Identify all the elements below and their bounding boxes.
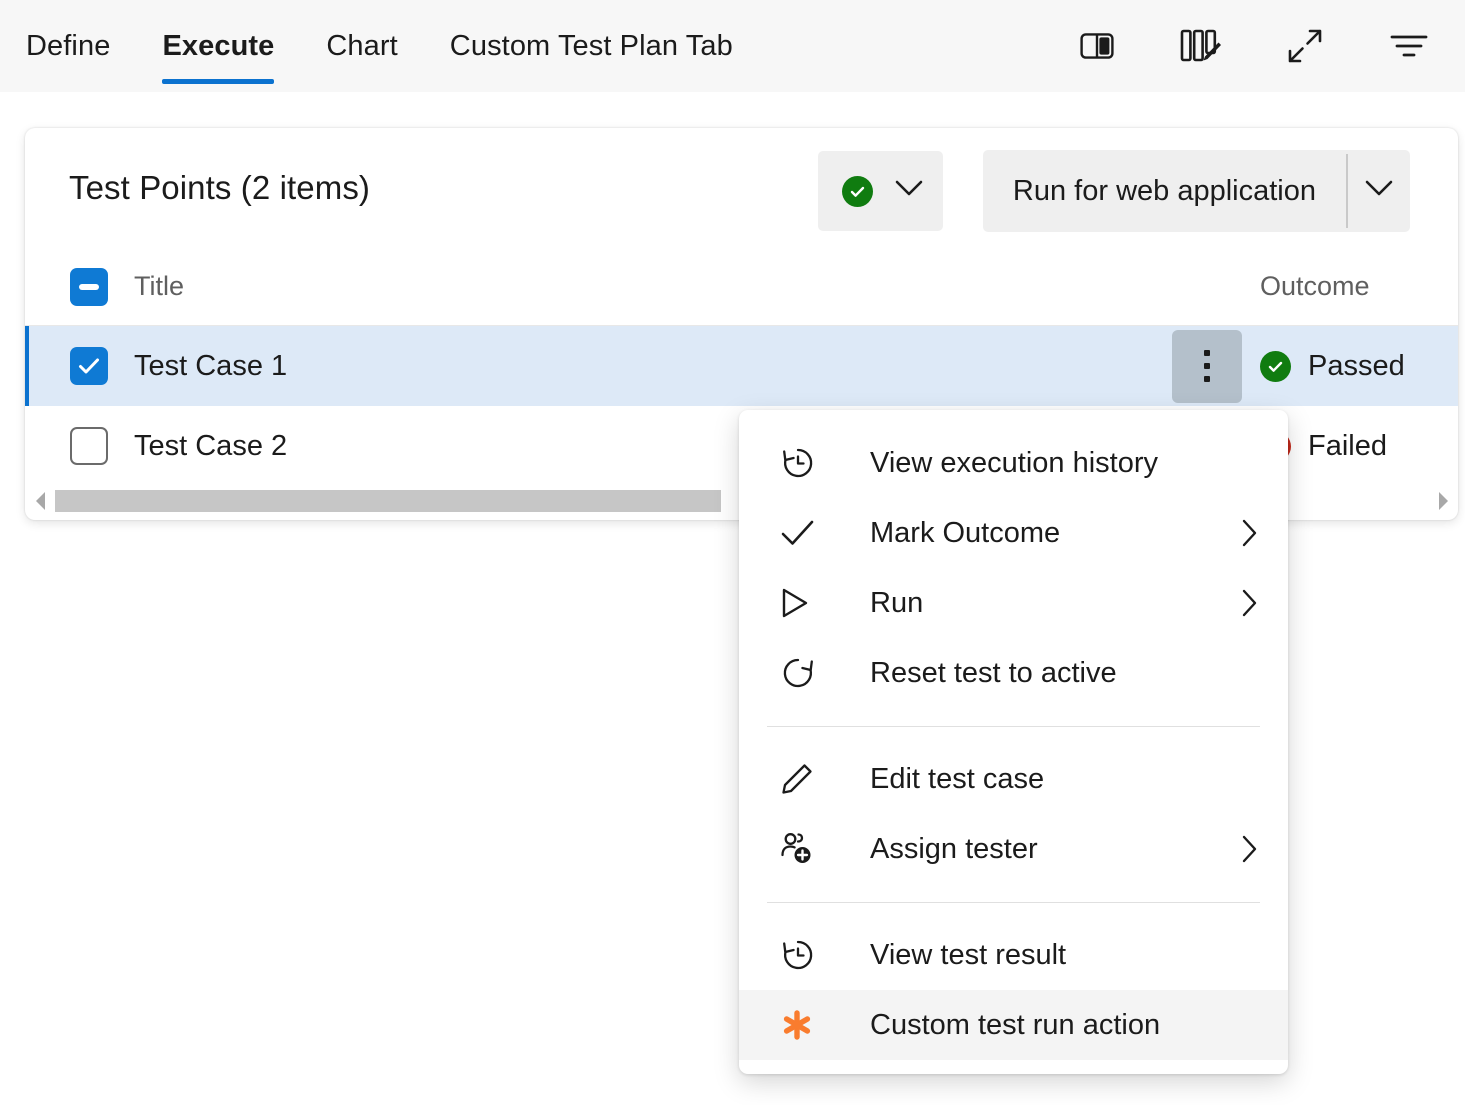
- history-icon: [781, 938, 823, 972]
- column-options-button[interactable]: [1175, 20, 1227, 72]
- fullscreen-expand-icon: [1287, 28, 1323, 64]
- menu-item-mark-outcome[interactable]: Mark Outcome: [739, 498, 1288, 568]
- asterisk-icon: [781, 1009, 823, 1041]
- passed-outcome-icon: [1260, 350, 1291, 382]
- menu-item-label: Assign tester: [870, 832, 1038, 865]
- play-icon: [781, 587, 823, 619]
- tab-execute-label: Execute: [162, 29, 275, 62]
- run-options-button[interactable]: [1348, 150, 1410, 232]
- menu-item-edit-test-case[interactable]: Edit test case: [739, 744, 1288, 814]
- menu-item-label: Run: [870, 586, 924, 619]
- tab-custom-test-plan-tab[interactable]: Custom Test Plan Tab: [424, 0, 759, 92]
- tab-list: Define Execute Chart Custom Test Plan Ta…: [0, 0, 759, 92]
- passed-outcome-icon: [841, 175, 873, 207]
- filter-button[interactable]: [1383, 20, 1435, 72]
- menu-item-label: View test result: [870, 938, 1067, 971]
- row-context-menu: View execution history Mark Outcome Run …: [739, 410, 1288, 1074]
- mark-outcome-split-button[interactable]: [817, 151, 943, 231]
- app-root: Define Execute Chart Custom Test Plan Ta…: [0, 0, 1465, 1105]
- menu-separator: [767, 726, 1260, 727]
- card-header: Test Points (2 items) Run for web applic…: [25, 128, 1458, 248]
- grid-header-row: Title Outcome: [25, 248, 1458, 326]
- column-header-outcome[interactable]: Outcome: [1260, 271, 1370, 302]
- column-header-title[interactable]: Title: [134, 271, 184, 302]
- menu-item-label: Custom test run action: [870, 1008, 1161, 1041]
- tab-execute[interactable]: Execute: [136, 0, 300, 92]
- row-right-area: Passed: [1172, 326, 1458, 406]
- person-add-icon: [781, 832, 823, 866]
- history-icon: [781, 446, 823, 480]
- pencil-icon: [781, 763, 823, 795]
- table-row[interactable]: Test Case 1 Passed: [25, 326, 1458, 406]
- row-outcome-label: Passed: [1308, 349, 1405, 382]
- row-right-area: Failed: [1258, 406, 1458, 486]
- menu-item-custom-test-run-action[interactable]: Custom test run action: [739, 990, 1288, 1060]
- refresh-icon: [781, 656, 823, 690]
- chevron-right-icon: [1241, 835, 1258, 863]
- menu-item-view-execution-history[interactable]: View execution history: [739, 428, 1288, 498]
- menu-item-label: View execution history: [870, 446, 1159, 479]
- run-split-button: Run for web application: [982, 150, 1410, 232]
- row-title: Test Case 2: [134, 429, 288, 462]
- menu-item-view-test-result[interactable]: View test result: [739, 920, 1288, 990]
- filter-icon: [1390, 33, 1428, 59]
- scroll-left-icon[interactable]: [25, 488, 55, 514]
- chevron-right-icon: [1241, 519, 1258, 547]
- menu-item-label: Reset test to active: [870, 656, 1117, 689]
- toolbar-actions: [1071, 0, 1435, 92]
- column-options-icon: [1180, 29, 1222, 63]
- column-header-outcome-cell: Outcome: [1258, 271, 1458, 302]
- split-pane-icon: [1080, 31, 1114, 61]
- fullscreen-expand-button[interactable]: [1279, 20, 1331, 72]
- scrollbar-thumb[interactable]: [55, 490, 721, 512]
- tab-chart-label: Chart: [326, 29, 398, 62]
- row-checkbox[interactable]: [70, 347, 108, 385]
- scroll-right-icon[interactable]: [1428, 488, 1458, 514]
- tab-custom-test-plan-tab-label: Custom Test Plan Tab: [449, 29, 733, 62]
- chevron-down-icon: [1365, 180, 1393, 202]
- more-actions-icon[interactable]: [1172, 329, 1242, 403]
- checkmark-icon: [781, 519, 823, 547]
- row-outcome-cell[interactable]: Failed: [1258, 430, 1458, 463]
- menu-separator: [767, 902, 1260, 903]
- row-outcome-label: Failed: [1308, 429, 1387, 462]
- menu-item-run[interactable]: Run: [739, 568, 1288, 638]
- grid-header-right: Outcome: [1258, 248, 1458, 325]
- row-checkbox[interactable]: [70, 427, 108, 465]
- menu-item-label: Mark Outcome: [870, 516, 1061, 549]
- kebab-dot: [1204, 350, 1210, 356]
- menu-item-assign-tester[interactable]: Assign tester: [739, 814, 1288, 884]
- menu-item-reset-test-to-active[interactable]: Reset test to active: [739, 638, 1288, 708]
- run-for-web-application-label: Run for web application: [1012, 174, 1316, 207]
- select-all-checkbox[interactable]: [70, 267, 108, 306]
- row-title: Test Case 1: [134, 349, 288, 382]
- tab-define[interactable]: Define: [26, 0, 136, 92]
- run-for-web-application-button[interactable]: Run for web application: [983, 150, 1346, 232]
- card-header-actions: Run for web application: [817, 150, 1410, 232]
- row-outcome-cell[interactable]: Passed: [1258, 350, 1458, 383]
- kebab-dot: [1204, 376, 1210, 382]
- menu-item-label: Edit test case: [870, 762, 1045, 795]
- chevron-right-icon: [1241, 589, 1258, 617]
- page-title: Test Points (2 items): [69, 169, 371, 206]
- tab-chart[interactable]: Chart: [300, 0, 423, 92]
- tab-bar: Define Execute Chart Custom Test Plan Ta…: [0, 0, 1465, 92]
- tab-define-label: Define: [26, 29, 111, 62]
- kebab-dot: [1204, 363, 1210, 369]
- split-pane-button[interactable]: [1071, 20, 1123, 72]
- chevron-down-icon: [895, 180, 923, 202]
